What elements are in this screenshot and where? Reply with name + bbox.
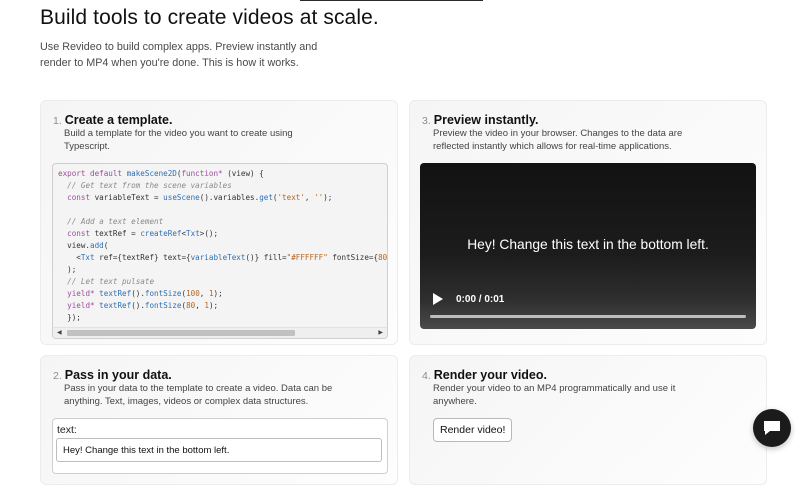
- step-heading: 2. Pass in your data.: [53, 368, 172, 382]
- step-number: 2.: [53, 370, 62, 382]
- step-title: Preview instantly.: [433, 113, 539, 127]
- step-number: 3.: [422, 115, 431, 127]
- code-content[interactable]: export default makeScene2D(function* (vi…: [53, 164, 387, 324]
- horizontal-scrollbar[interactable]: ◀ ▶: [53, 327, 387, 338]
- step-description: Render your video to an MP4 programmatic…: [433, 383, 676, 407]
- step-number: 4.: [422, 370, 431, 382]
- page-title: Build tools to create videos at scale.: [40, 6, 379, 29]
- chat-bubble-icon: [764, 421, 780, 435]
- step-heading: 3. Preview instantly.: [422, 113, 538, 127]
- step-description: Build a template for the video you want …: [64, 128, 293, 152]
- video-player[interactable]: Hey! Change this text in the bottom left…: [420, 163, 756, 329]
- page-subtitle: Use Revideo to build complex apps. Previ…: [40, 41, 318, 69]
- step-title: Pass in your data.: [64, 368, 172, 382]
- play-icon[interactable]: [433, 293, 443, 305]
- step-card-pass-data: 2. Pass in your data. Pass in your data t…: [40, 355, 398, 485]
- step-number: 1.: [53, 115, 62, 127]
- video-text: Hey! Change this text in the bottom left…: [467, 237, 709, 252]
- chevron-left-icon[interactable]: ◀: [57, 329, 62, 336]
- step-description: Preview the video in your browser. Chang…: [433, 128, 683, 152]
- text-field-label: text:: [57, 424, 77, 436]
- chat-button[interactable]: [753, 409, 791, 447]
- video-time: 0:00 / 0:01: [456, 294, 505, 305]
- code-editor[interactable]: export default makeScene2D(function* (vi…: [52, 163, 388, 339]
- data-form: text:: [52, 418, 388, 474]
- step-title: Render your video.: [433, 368, 547, 382]
- step-card-preview: 3. Preview instantly. Preview the video i…: [409, 100, 767, 345]
- scrollbar-thumb[interactable]: [67, 330, 295, 336]
- step-heading: 4. Render your video.: [422, 368, 547, 382]
- top-divider: [300, 0, 483, 1]
- text-input[interactable]: [56, 438, 382, 462]
- step-heading: 1. Create a template.: [53, 113, 172, 127]
- render-video-button[interactable]: Render video!: [433, 418, 513, 442]
- step-card-render: 4. Render your video. Render your video t…: [409, 355, 767, 485]
- step-title: Create a template.: [64, 113, 173, 127]
- chevron-right-icon[interactable]: ▶: [378, 329, 383, 336]
- step-description: Pass in your data to the template to cre…: [64, 383, 333, 407]
- step-card-create-template: 1. Create a template. Build a template fo…: [40, 100, 398, 345]
- video-progress-bar[interactable]: [430, 315, 746, 318]
